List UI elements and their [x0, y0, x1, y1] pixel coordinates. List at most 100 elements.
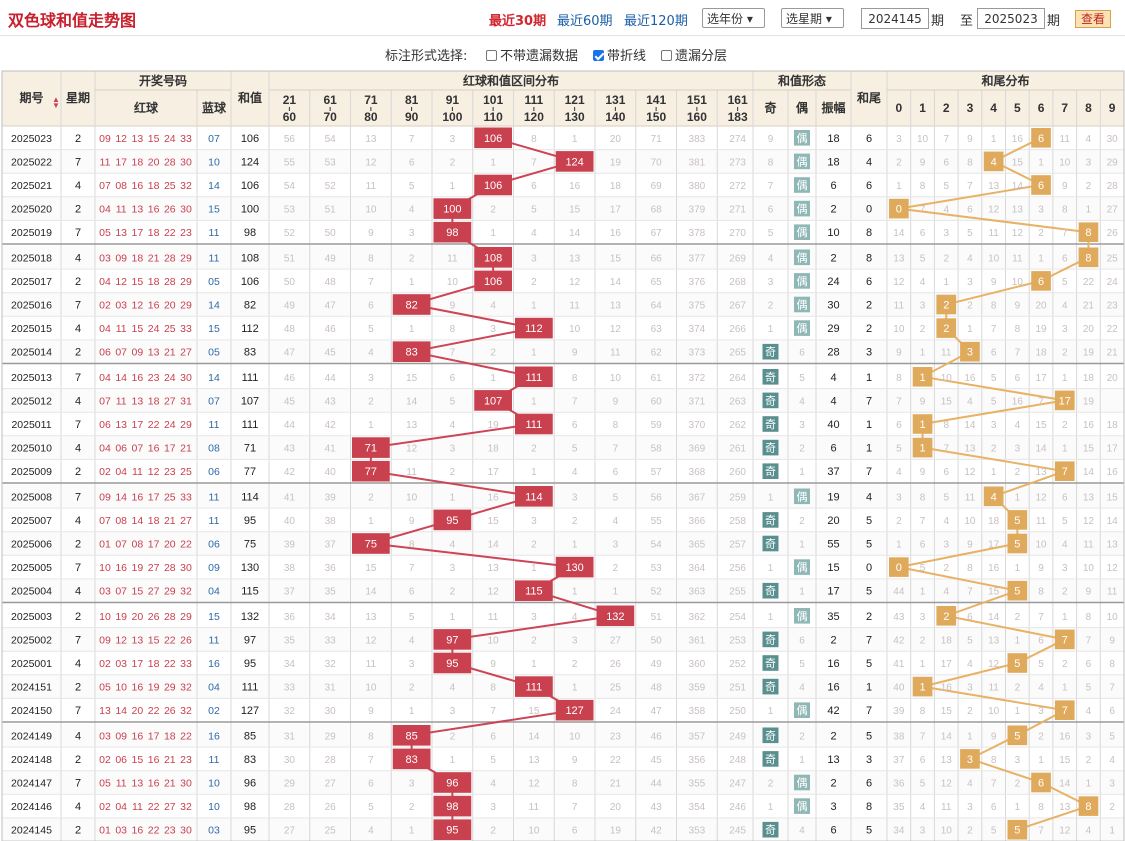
- zone-omission: 51: [325, 205, 337, 216]
- zone-omission: 1: [531, 301, 537, 312]
- zone-omission: 11: [447, 253, 458, 264]
- tail-omission: 3: [920, 301, 926, 312]
- tail-omission: 12: [1083, 516, 1095, 527]
- header-zone-from: 121: [565, 93, 585, 107]
- zone-omission: 254: [729, 612, 746, 623]
- red-ball: 25: [180, 466, 192, 478]
- zone-omission: 379: [689, 205, 706, 216]
- tail-omission: 5: [991, 396, 997, 407]
- zone-omission: 4: [572, 612, 578, 623]
- zone-omission: 368: [689, 467, 706, 478]
- odd-mark: 奇: [765, 681, 776, 694]
- odd-omission: 5: [768, 228, 774, 239]
- header-zone-from: 161: [728, 93, 748, 107]
- tail-omission: 12: [941, 779, 953, 790]
- red-ball: 13: [132, 778, 144, 790]
- red-ball: 05: [99, 682, 111, 694]
- red-ball: 12: [115, 634, 127, 646]
- tail-omission: 17: [941, 659, 953, 670]
- tail-omission: 37: [893, 755, 905, 766]
- week-cell: 4: [75, 323, 81, 335]
- red-ball: 13: [132, 133, 144, 145]
- tail-omission: 3: [1015, 444, 1021, 455]
- red-ball: 12: [115, 276, 127, 288]
- tail-omission: 10: [893, 324, 905, 335]
- amp-cell: 29: [827, 323, 839, 335]
- zone-omission: 54: [325, 134, 337, 145]
- header-tail-digit: 2: [943, 101, 950, 115]
- blue-ball: 11: [209, 419, 220, 431]
- issue-cell: 2025023: [11, 133, 52, 145]
- zone-omission: 13: [365, 612, 377, 623]
- zone-omission: 55: [651, 516, 663, 527]
- red-ball: 11: [116, 778, 127, 790]
- zone-omission: 252: [729, 659, 746, 670]
- zone-omission: 9: [490, 659, 496, 670]
- tail-omission: 29: [1107, 157, 1119, 168]
- zone-omission: 55: [284, 157, 296, 168]
- tail-omission: 40: [893, 683, 905, 694]
- week-cell: 7: [75, 491, 81, 503]
- tail-cell: 8: [866, 801, 872, 813]
- tail-omission: 12: [964, 467, 976, 478]
- tail-omission: 16: [1059, 731, 1071, 742]
- red-ball: 23: [164, 825, 176, 837]
- sum-cell: 132: [241, 611, 259, 623]
- red-ball: 15: [132, 586, 144, 598]
- header-even: 偶: [796, 100, 808, 115]
- tail-omission: 20: [1083, 324, 1095, 335]
- red-ball: 16: [148, 443, 160, 455]
- amp-cell: 2: [830, 634, 836, 646]
- tail-omission: 2: [1109, 802, 1115, 813]
- even-mark: 偶: [797, 490, 808, 503]
- week-cell: 7: [75, 227, 81, 239]
- amp-cell: 6: [830, 825, 836, 837]
- tail-omission: 7: [991, 324, 997, 335]
- tail-omission: 6: [896, 420, 902, 431]
- tail-omission: 3: [1038, 205, 1044, 216]
- tail-cell: 4: [866, 156, 872, 168]
- zone-omission: 3: [531, 253, 537, 264]
- tail-omission: 1: [1015, 563, 1021, 574]
- red-ball: 32: [180, 801, 192, 813]
- sum-hit-value: 95: [446, 825, 458, 837]
- zone-omission: 3: [409, 779, 415, 790]
- amp-cell: 2: [830, 778, 836, 790]
- amp-cell: 2: [830, 252, 836, 264]
- tail-hit-value: 5: [1014, 730, 1020, 742]
- tail-cell: 8: [866, 252, 872, 264]
- zone-omission: 3: [531, 612, 537, 623]
- zone-omission: 5: [368, 324, 374, 335]
- tail-omission: 41: [893, 659, 905, 670]
- tail-hit-value: 6: [1038, 133, 1044, 145]
- tail-omission: 1: [1038, 253, 1044, 264]
- zone-omission: 4: [368, 826, 374, 837]
- red-ball: 11: [132, 466, 143, 478]
- red-ball: 31: [180, 395, 192, 407]
- tail-omission: 3: [896, 134, 902, 145]
- even-mark: 偶: [797, 155, 808, 168]
- even-omission: 5: [799, 373, 805, 384]
- blue-ball: 14: [208, 180, 220, 192]
- tail-cell: 4: [866, 491, 872, 503]
- red-ball: 17: [164, 443, 176, 455]
- zone-omission: 10: [365, 683, 377, 694]
- issue-cell: 2025007: [11, 515, 52, 527]
- red-ball: 19: [148, 682, 160, 694]
- tail-omission: 5: [967, 635, 973, 646]
- tail-omission: 5: [1062, 277, 1068, 288]
- header-zone-from: 91: [446, 93, 460, 107]
- tail-omission: 27: [1107, 205, 1119, 216]
- odd-omission: 1: [768, 492, 774, 503]
- red-ball: 13: [132, 204, 144, 216]
- sum-hit-value: 97: [446, 634, 458, 646]
- zone-omission: 11: [406, 467, 417, 478]
- tail-omission: 1: [1015, 706, 1021, 717]
- zone-omission: 52: [325, 181, 337, 192]
- week-cell: 2: [75, 466, 81, 478]
- red-ball: 14: [115, 491, 127, 503]
- tail-omission: 1: [920, 348, 926, 359]
- red-ball: 26: [164, 204, 176, 216]
- tail-omission: 14: [1012, 181, 1024, 192]
- sum-hit-value: 95: [446, 658, 458, 670]
